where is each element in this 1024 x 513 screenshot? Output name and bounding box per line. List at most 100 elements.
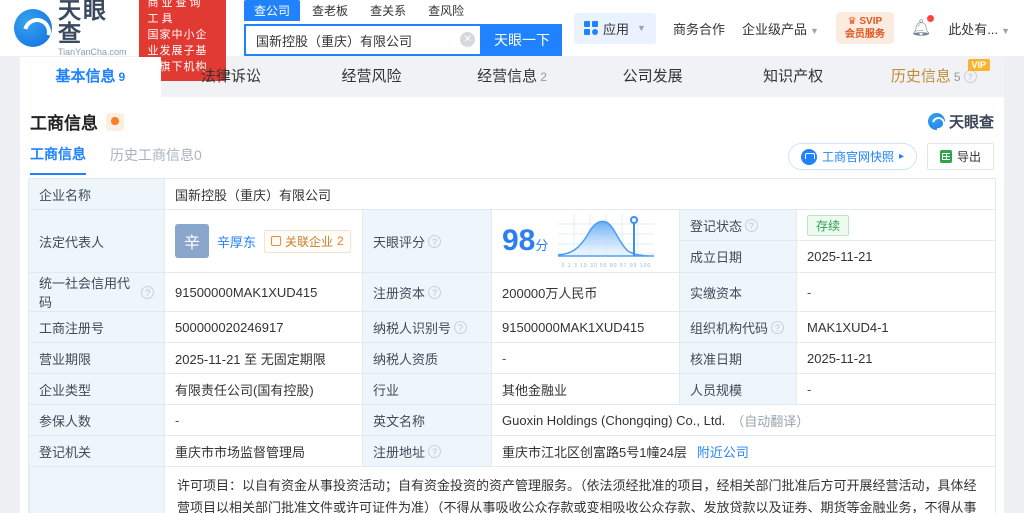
search-tab-company[interactable]: 查公司 <box>244 0 301 21</box>
tab-label: 知识产权 <box>763 68 824 85</box>
notification-dot <box>927 15 935 22</box>
svip-membership-button[interactable]: ♛ SVIP 会员服务 <box>835 12 894 44</box>
svip-sublabel: 会员服务 <box>844 29 885 40</box>
help-icon[interactable]: ? <box>771 320 785 334</box>
tab-intellectual-property[interactable]: 知识产权 <box>723 57 864 97</box>
help-icon[interactable]: ? <box>428 234 442 248</box>
tab-operating-info[interactable]: 经营信息 2 <box>442 57 583 97</box>
tab-label: 经营风险 <box>341 68 402 85</box>
field-label: 纳税人资质 <box>362 343 491 373</box>
table-row: 参保人数 - 英文名称 Guoxin Holdings (Chongqing) … <box>29 405 995 436</box>
subtab-business-info[interactable]: 工商信息 <box>30 144 86 175</box>
field-label: 工商注册号 <box>29 312 164 342</box>
field-label: 英文名称 <box>362 405 491 435</box>
export-label: 导出 <box>956 150 981 164</box>
avatar[interactable]: 辛 <box>175 224 209 258</box>
tab-legal-litigation[interactable]: 法律诉讼 <box>161 57 302 97</box>
field-label: 人员规模 <box>679 374 796 404</box>
search-input[interactable] <box>244 24 483 56</box>
user-menu[interactable]: 此处有... ▼ <box>948 19 1010 38</box>
related-icon <box>271 236 282 246</box>
export-button[interactable]: 导出 <box>926 143 994 170</box>
tab-company-development[interactable]: 公司发展 <box>582 57 723 97</box>
tab-label: 经营信息 <box>477 68 538 85</box>
field-label: 实缴资本 <box>679 273 796 311</box>
field-label: 登记状态? <box>679 210 796 241</box>
svip-label: SVIP <box>859 16 883 27</box>
snapshot-label: 工商官网快照 <box>821 150 894 164</box>
field-label: 营业期限 <box>29 343 164 373</box>
nav-cooperation[interactable]: 商务合作 <box>673 19 725 38</box>
slogan-line1: 都在用的商业查询工具 <box>147 0 204 26</box>
field-label: 行业 <box>362 374 491 404</box>
help-icon[interactable]: ? <box>428 285 442 299</box>
reg-address-value: 重庆市江北区创富路5号1幢24层 附近公司 <box>491 436 995 466</box>
business-info-table: 企业名称 国新控股（重庆）有限公司 法定代表人 辛 辛厚东 关联企业 2 登记状… <box>28 178 996 513</box>
label-text: 注册资本 <box>373 285 426 301</box>
score-axis-labels: 0 1 3 10 30 50 80 97 99 100 <box>561 262 652 269</box>
help-icon[interactable]: ? <box>141 285 154 299</box>
label-text: 统一社会信用代码 <box>39 276 131 310</box>
help-icon[interactable]: ? <box>428 444 442 458</box>
field-label: 核准日期 <box>679 343 796 373</box>
tab-operating-risk[interactable]: 经营风险 <box>301 57 442 97</box>
nav-enterprise-products[interactable]: 企业级产品 ▼ <box>742 19 819 38</box>
field-label: 纳税人识别号? <box>362 312 491 342</box>
bell-glyph: 🔔︎ <box>910 20 932 37</box>
field-label: 企业类型 <box>29 374 164 404</box>
tab-history-info[interactable]: VIP 历史信息 5? <box>863 57 1004 97</box>
clear-search-icon[interactable]: ✕ <box>460 32 476 47</box>
header-nav: 应用 ▼ 商务合作 企业级产品 ▼ ♛ SVIP 会员服务 🔔︎ 此处有... ▼ <box>574 12 1010 44</box>
help-icon[interactable]: ? <box>963 70 977 83</box>
legal-rep-name-link[interactable]: 辛厚东 <box>217 232 256 251</box>
watermark-logo: 天眼查 <box>927 111 994 132</box>
search-button[interactable]: 天眼一下 <box>482 24 563 56</box>
logo-subtitle: TianYanCha.com <box>58 47 127 57</box>
apps-menu[interactable]: 应用 ▼ <box>574 12 656 44</box>
business-term-value: 2025-11-21 至 无固定期限 <box>164 343 362 373</box>
tianyancha-logo[interactable]: 天眼查 TianYanCha.com <box>14 0 127 57</box>
tab-label: 基本信息 <box>55 68 116 85</box>
help-icon[interactable]: ? <box>454 320 468 334</box>
label-text: 注册地址 <box>373 444 426 460</box>
label-text: 组织机构代码 <box>690 320 769 336</box>
monitor-bell-icon[interactable] <box>106 112 124 131</box>
field-label: 注册地址? <box>362 436 491 466</box>
table-row: 企业类型 有限责任公司(国有控股) 行业 其他金融业 人员规模 - <box>29 374 995 405</box>
apps-label: 应用 <box>603 21 630 37</box>
table-row: 法定代表人 辛 辛厚东 关联企业 2 登记状态? 存续 天眼评分? 98分 0 … <box>29 210 995 273</box>
field-label: 企业名称 <box>29 179 164 209</box>
table-row: 登记机关 重庆市市场监督管理局 注册地址? 重庆市江北区创富路5号1幢24层 附… <box>29 436 995 467</box>
tab-count: 5 <box>953 70 961 84</box>
chevron-down-icon: ▼ <box>1001 25 1010 36</box>
insured-count-value: - <box>164 405 362 435</box>
nearby-companies-link[interactable]: 附近公司 <box>697 442 749 461</box>
top-header: 天眼查 TianYanCha.com 都在用的商业查询工具 国家中小企业发展子基… <box>0 0 1024 81</box>
user-name: 此处有... <box>948 21 999 37</box>
label-text: 登记状态 <box>690 218 743 234</box>
search-tab-boss[interactable]: 查老板 <box>302 0 358 21</box>
search-tab-risk[interactable]: 查风险 <box>418 0 474 21</box>
official-snapshot-button[interactable]: 工商官网快照 ▸ <box>787 143 917 170</box>
paid-capital-value: - <box>796 273 995 311</box>
company-name-value: 国新控股（重庆）有限公司 <box>164 179 995 209</box>
notification-bell-icon[interactable]: 🔔︎ <box>910 15 935 38</box>
tab-label: 历史信息 <box>890 68 951 85</box>
subtab-history-business-info[interactable]: 历史工商信息0 <box>110 145 202 174</box>
apps-grid-icon <box>584 21 599 35</box>
crown-icon: ♛ <box>847 16 857 27</box>
field-label: 参保人数 <box>29 405 164 435</box>
help-icon[interactable]: ? <box>745 218 759 232</box>
search-tab-relation[interactable]: 查关系 <box>360 0 416 21</box>
score-cell[interactable]: 98分 0 1 3 10 30 50 80 97 99 100 <box>491 210 679 272</box>
english-name-value: Guoxin Holdings (Chongqing) Co., Ltd. （自… <box>491 405 995 435</box>
related-companies-badge[interactable]: 关联企业 2 <box>264 229 351 253</box>
enterprise-label: 企业级产品 <box>741 21 807 37</box>
tab-count: 9 <box>118 70 126 84</box>
field-label: 法定代表人 <box>29 210 164 272</box>
tab-basic-info[interactable]: 基本信息 9 <box>20 57 161 97</box>
business-scope-value: 许可项目：以自有资金从事投资活动；自有资金投资的资产管理服务。（依法须经批准的项… <box>164 467 995 513</box>
logo-icon <box>14 9 52 47</box>
field-label: 经营范围? <box>29 467 164 513</box>
tab-count: 2 <box>540 70 547 84</box>
